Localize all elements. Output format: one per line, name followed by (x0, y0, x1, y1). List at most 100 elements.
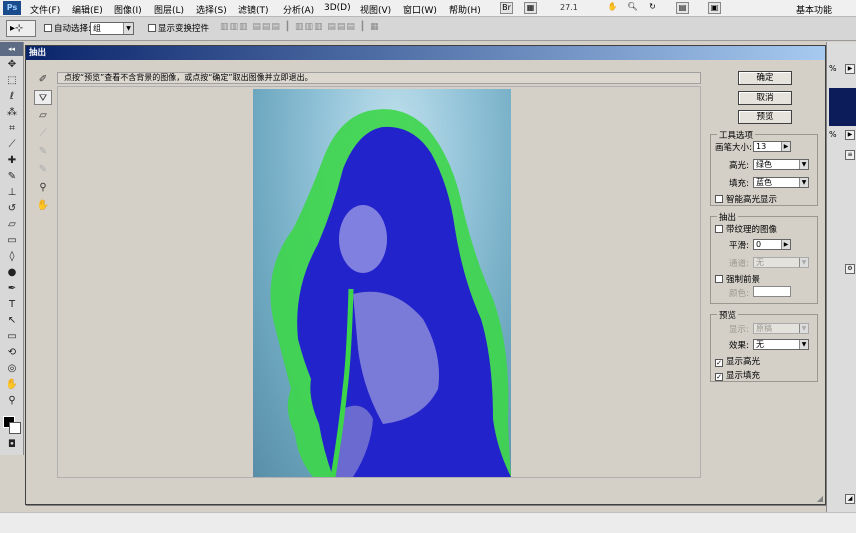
eyedropper-tool-icon[interactable]: ⟋ (2, 137, 22, 152)
menu-3d[interactable]: 3D(D) (324, 3, 351, 13)
chevron-down-icon: ▼ (799, 324, 808, 333)
menu-analysis[interactable]: 分析(A) (283, 3, 314, 16)
align-distribute-icons[interactable]: ▥▥▥ ▤▤▤ ┃ ▥▥▥ ▤▤▤ ┃ ▦ (220, 22, 380, 32)
menu-filter[interactable]: 滤镜(T) (238, 3, 269, 16)
show-fill-row[interactable]: ✓ 显示填充 (715, 369, 760, 381)
show-transform-checkbox[interactable] (148, 24, 156, 32)
quick-select-tool-icon[interactable]: ⁂ (2, 105, 22, 120)
preview-button[interactable]: 预览 (738, 110, 792, 124)
chevron-right-icon[interactable]: ▶ (845, 64, 855, 74)
hand-icon[interactable]: ✋ (34, 198, 52, 213)
gradient-tool-icon[interactable]: ▭ (2, 233, 22, 248)
tool-preset-picker[interactable]: ▸⊹ (6, 20, 36, 37)
history-brush-tool-icon[interactable]: ↺ (2, 201, 22, 216)
right-panels: % ▶ % ▶ ≡ ⚙ ◢ (826, 42, 856, 512)
menu-image[interactable]: 图像(I) (114, 3, 142, 16)
textured-checkbox[interactable] (715, 225, 723, 233)
bridge-icon[interactable]: Br (500, 2, 513, 14)
smooth-field[interactable]: 0 ▶ (753, 239, 791, 250)
menu-select[interactable]: 选择(S) (196, 3, 227, 16)
menu-edit[interactable]: 编辑(E) (72, 3, 103, 16)
tool-options-group: 工具选项 画笔大小: 13 ▶ 高光: 绿色 ▼ 填充: 蓝色 ▼ 智能高光显示 (710, 129, 818, 206)
path-select-tool-icon[interactable]: ↖ (2, 313, 22, 328)
smart-highlight-label: 智能高光显示 (726, 195, 778, 205)
brush-size-value: 13 (756, 142, 767, 151)
auto-select-value: 组 (93, 24, 101, 33)
pen-tool-icon[interactable]: ✒ (2, 281, 22, 296)
menu-view[interactable]: 视图(V) (360, 3, 391, 16)
auto-select-checkbox[interactable] (44, 24, 52, 32)
navigator-thumbnail[interactable] (829, 88, 856, 126)
blur-tool-icon[interactable]: ◊ (2, 249, 22, 264)
portrait-photo[interactable] (253, 89, 511, 477)
smart-highlight-row[interactable]: 智能高光显示 (715, 193, 777, 205)
background-color-swatch[interactable] (9, 422, 21, 434)
healing-brush-tool-icon[interactable]: ✚ (2, 153, 22, 168)
clone-stamp-tool-icon[interactable]: ⊥ (2, 185, 22, 200)
effect-dropdown[interactable]: 无 ▼ (753, 339, 809, 350)
show-dropdown[interactable]: 原稿 ▼ (753, 323, 809, 334)
smart-highlight-checkbox[interactable] (715, 195, 723, 203)
brush-tool-icon[interactable]: ✎ (2, 169, 22, 184)
auto-select-dropdown[interactable]: 组 ▼ (90, 22, 134, 35)
view-extras-icon[interactable]: ▦ (524, 2, 537, 14)
screen-mode-icon[interactable]: ▣ (708, 2, 721, 14)
menu-help[interactable]: 帮助(H) (449, 3, 481, 16)
menu-file[interactable]: 文件(F) (30, 3, 60, 16)
edge-touchup-icon[interactable]: ✎ (34, 162, 52, 177)
arrange-documents-icon[interactable]: ▤ (676, 2, 689, 14)
panel-zoom-2: % (829, 130, 837, 139)
chevron-down-icon: ▼ (799, 178, 808, 187)
brush-size-field[interactable]: 13 ▶ (753, 141, 791, 152)
crop-tool-icon[interactable]: ⌗ (2, 121, 22, 136)
highlight-dropdown[interactable]: 绿色 ▼ (753, 159, 809, 170)
zoom-tool-icon[interactable]: ⚲ (2, 393, 22, 408)
workspace-switcher[interactable]: 基本功能 (796, 3, 832, 16)
zoom-icon[interactable]: 🔍︎ (626, 2, 639, 14)
hand-icon[interactable]: ✋ (606, 2, 619, 14)
eraser-tool-icon[interactable]: ▱ (2, 217, 22, 232)
chevron-right-icon[interactable]: ▶ (845, 130, 855, 140)
dodge-tool-icon[interactable]: ● (2, 265, 22, 280)
zoom-icon[interactable]: ⚲ (34, 180, 52, 195)
hand-tool-icon[interactable]: ✋ (2, 377, 22, 392)
move-tool-icon[interactable]: ✥ (2, 57, 22, 72)
image-preview[interactable] (57, 86, 701, 478)
force-foreground-checkbox[interactable] (715, 275, 723, 283)
textured-row[interactable]: 带纹理的图像 (715, 223, 777, 235)
show-fill-checkbox[interactable]: ✓ (715, 373, 723, 381)
lasso-tool-icon[interactable]: ℓ (2, 89, 22, 104)
tools-panel: ◂◂ ✥ ⬚ ℓ ⁂ ⌗ ⟋ ✚ ✎ ⊥ ↺ ▱ ▭ ◊ ● ✒ T ↖ ▭ ⟲… (0, 42, 24, 455)
cancel-button[interactable]: 取消 (738, 91, 792, 105)
panel-grip[interactable]: ◂◂ (0, 42, 23, 56)
fill-dropdown[interactable]: 蓝色 ▼ (753, 177, 809, 188)
force-fg-row[interactable]: 强制前景 (715, 273, 760, 285)
menu-window[interactable]: 窗口(W) (403, 3, 437, 16)
layer-options-icon[interactable]: ≡ (845, 150, 855, 160)
effect-value: 无 (756, 340, 764, 349)
menu-layer[interactable]: 图层(L) (154, 3, 184, 16)
edge-highlighter-icon[interactable]: ✐ (34, 72, 52, 87)
eyedropper-icon[interactable]: ⟋ (34, 126, 52, 141)
channel-dropdown[interactable]: 无 ▼ (753, 257, 809, 268)
resize-grip-icon[interactable]: ◢ (817, 494, 823, 503)
rotate-view-icon[interactable]: ↻ (646, 2, 659, 14)
settings-icon[interactable]: ⚙ (845, 264, 855, 274)
fill-tool-icon[interactable]: ⛛ (34, 90, 52, 105)
show-highlight-checkbox[interactable]: ✓ (715, 359, 723, 367)
shape-tool-icon[interactable]: ▭ (2, 329, 22, 344)
zoom-level[interactable]: 27.1 (560, 3, 578, 12)
show-highlight-row[interactable]: ✓ 显示高光 (715, 355, 760, 367)
3d-rotate-tool-icon[interactable]: ⟲ (2, 345, 22, 360)
cleanup-tool-icon[interactable]: ✎ (34, 144, 52, 159)
type-tool-icon[interactable]: T (2, 297, 22, 312)
marquee-tool-icon[interactable]: ⬚ (2, 73, 22, 88)
ok-button[interactable]: 确定 (738, 71, 792, 85)
auto-select-label: 自动选择: (54, 24, 91, 34)
resize-grip-icon[interactable]: ◢ (845, 494, 855, 504)
3d-orbit-tool-icon[interactable]: ◎ (2, 361, 22, 376)
color-swatch[interactable] (753, 286, 791, 297)
quick-mask-icon[interactable]: ◘ (2, 437, 22, 452)
eraser-icon[interactable]: ▱ (34, 108, 52, 123)
panel-zoom-1: % (829, 64, 837, 73)
